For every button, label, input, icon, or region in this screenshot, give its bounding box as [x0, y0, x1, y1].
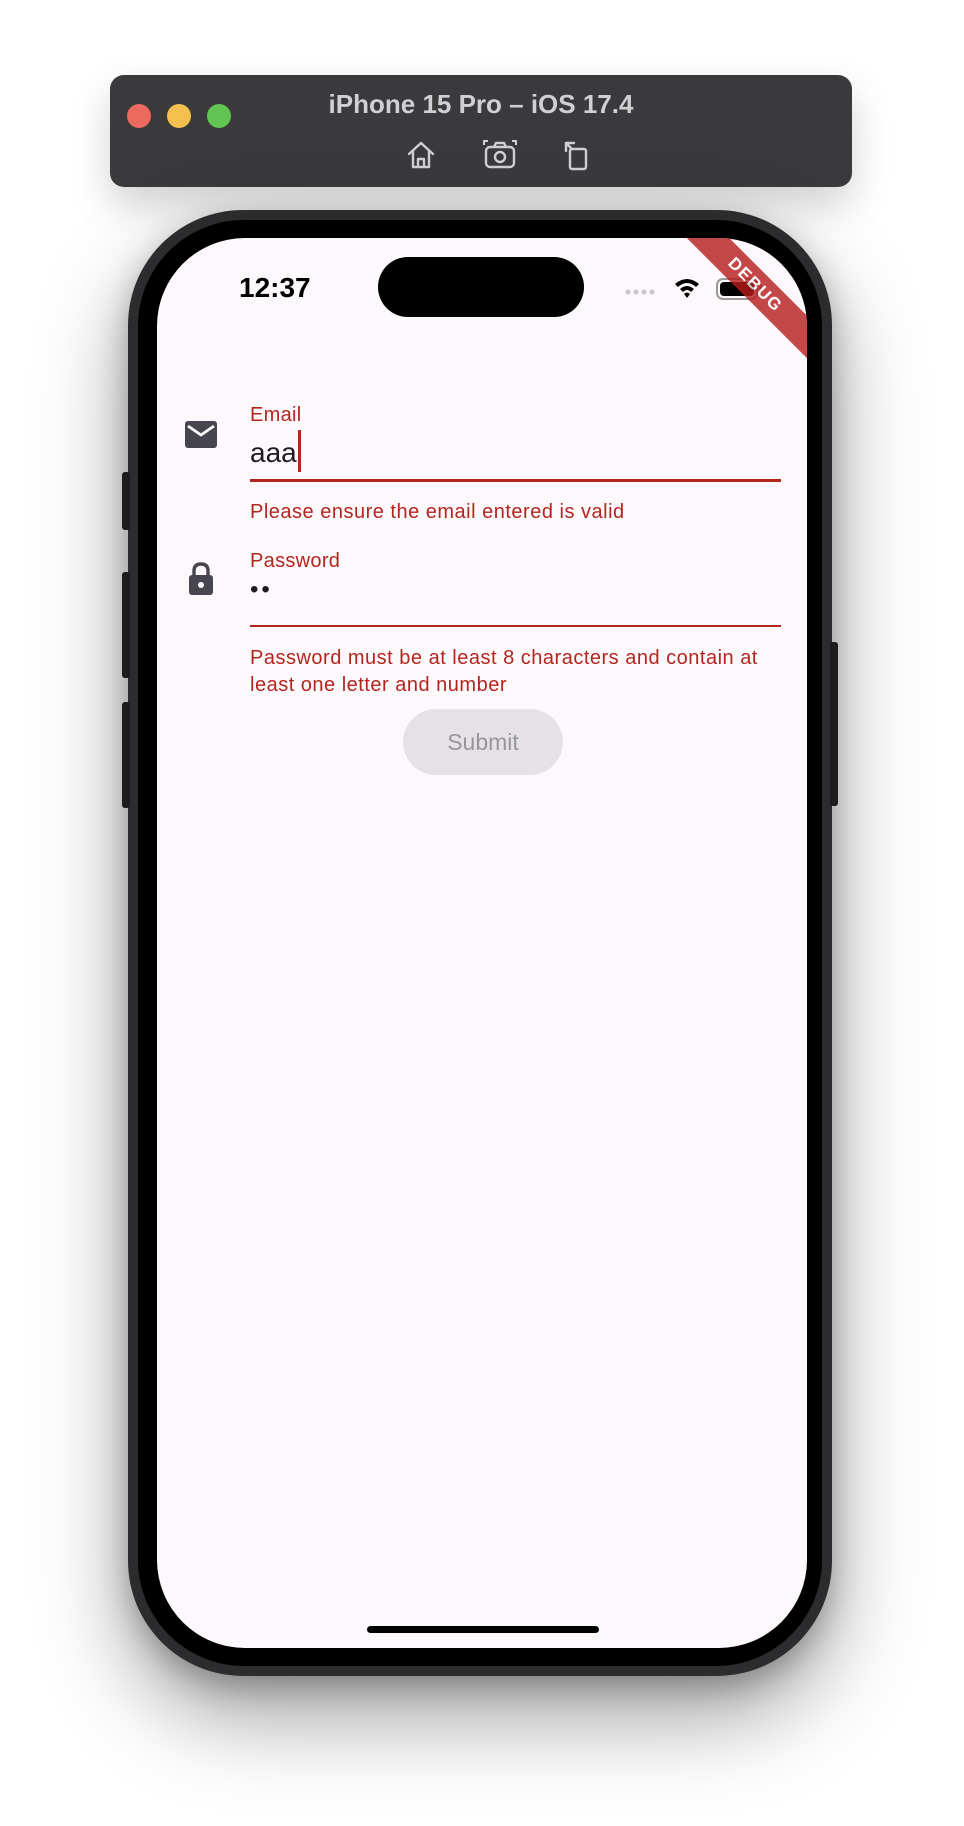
home-icon[interactable]	[403, 137, 439, 173]
volume-down-button[interactable]	[122, 702, 130, 808]
app-screen: 12:37 DEBUG Email aaa Please ensure the …	[157, 238, 807, 1648]
password-label: Password	[250, 550, 341, 572]
submit-button[interactable]: Submit	[403, 709, 563, 775]
email-label: Email	[250, 404, 302, 426]
power-button[interactable]	[830, 642, 838, 806]
text-cursor	[297, 430, 301, 472]
password-underline	[250, 625, 781, 627]
password-error-text: Password must be at least 8 characters a…	[250, 647, 758, 696]
cellular-icon	[625, 289, 655, 295]
wifi-icon	[675, 279, 699, 298]
email-underline	[250, 479, 781, 482]
mail-icon	[184, 418, 218, 452]
status-time: 12:37	[239, 272, 311, 303]
email-input[interactable]: aaa	[250, 430, 301, 472]
password-input[interactable]: ••	[250, 576, 273, 604]
volume-up-button[interactable]	[122, 572, 130, 678]
email-error-text: Please ensure the email entered is valid	[250, 501, 625, 523]
simulator-titlebar: iPhone 15 Pro – iOS 17.4	[110, 75, 852, 187]
simulator-title: iPhone 15 Pro – iOS 17.4	[328, 89, 634, 119]
rotate-icon[interactable]	[560, 137, 596, 173]
action-button[interactable]	[122, 472, 130, 530]
home-indicator[interactable]	[367, 1626, 599, 1633]
screenshot-icon[interactable]	[482, 137, 518, 173]
lock-icon	[184, 561, 218, 595]
dynamic-island	[378, 257, 584, 317]
